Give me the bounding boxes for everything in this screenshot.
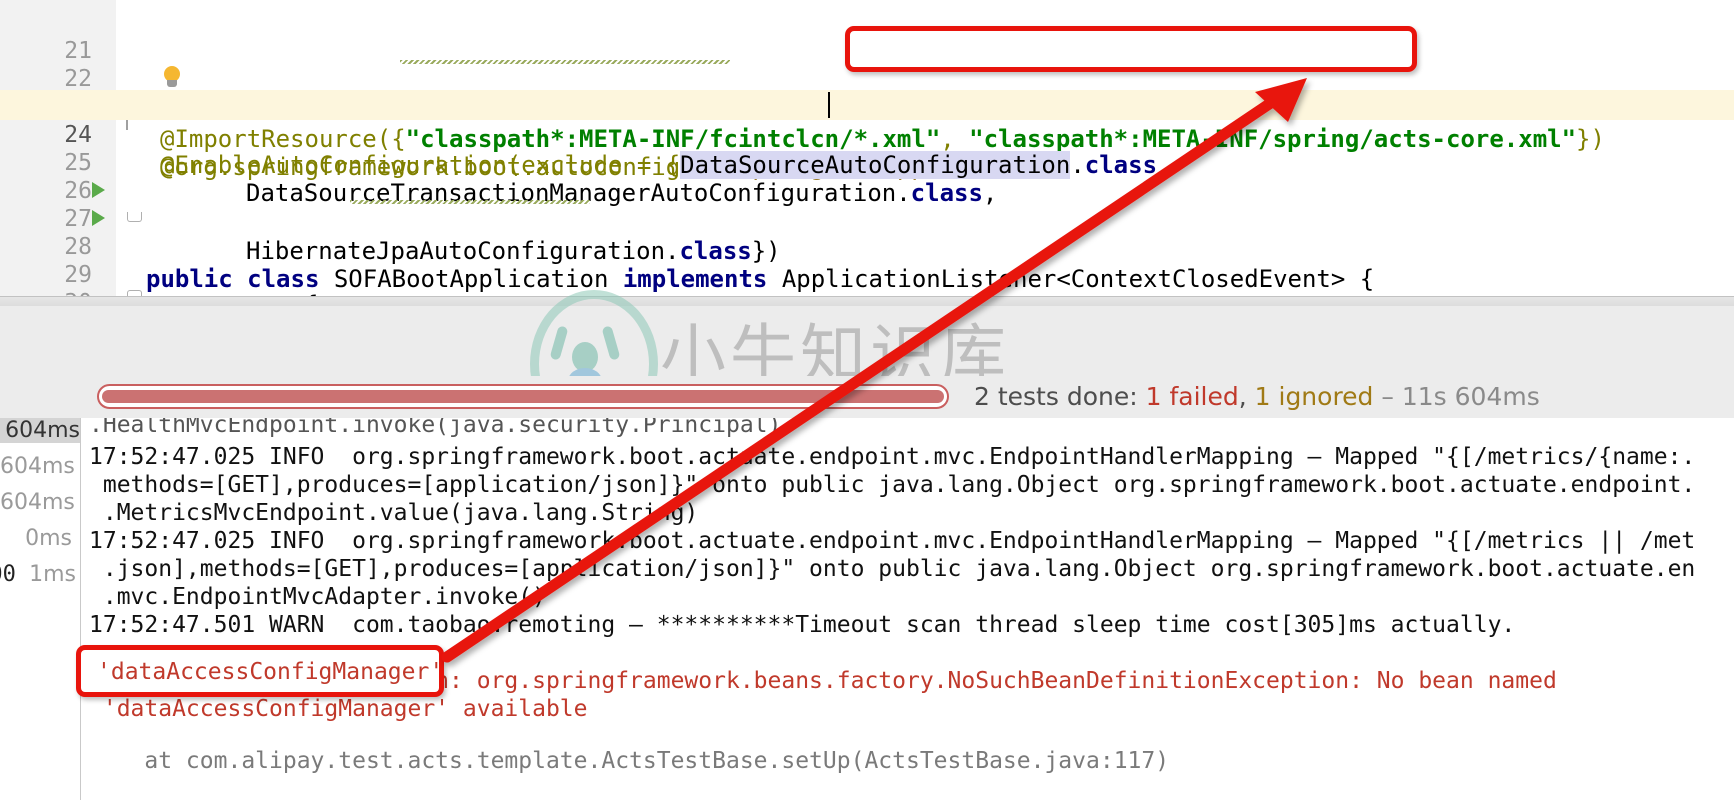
code-line-22[interactable]: 22 @ImportResource({"classpath*:META-INF…: [0, 34, 1734, 153]
console-line: 17:52:47.025 INFO org.springframework.bo…: [89, 528, 1696, 554]
console-line: .MetricsMvcEndpoint.value(java.lang.Stri…: [89, 500, 699, 526]
code-line-27[interactable]: 27 public class SOFABootApplication impl…: [0, 174, 1734, 293]
run-gutter-icon[interactable]: [92, 210, 105, 226]
tests-done-label: 2 tests done:: [974, 382, 1146, 411]
code-line-21[interactable]: 21: [0, 6, 1734, 64]
code-line-29[interactable]: 29 try {: [0, 230, 1734, 319]
test-progress-fill: [102, 390, 944, 403]
duration-cell[interactable]: 604ms: [0, 454, 75, 479]
console-line: .json],methods=[GET],produces=[applicati…: [89, 556, 1696, 582]
console-line: methods=[GET],produces=[application/json…: [89, 472, 1696, 498]
test-console-output[interactable]: .HealthMvcEndpoint.invoke(java.security.…: [81, 418, 1734, 800]
code-line-24[interactable]: 24 @EnableAutoConfiguration(exclude = {D…: [0, 90, 1734, 179]
tests-duration-label: 11s 604ms: [1401, 382, 1540, 411]
test-progress-bar: [97, 384, 949, 409]
test-progress-row: 2 tests done: 1 failed, 1 ignored – 11s …: [0, 376, 1734, 418]
duration-cell[interactable]: 00 1ms: [0, 562, 76, 587]
console-line: 17:52:47.025 INFO org.springframework.bo…: [89, 444, 1696, 470]
console-exception-line: 'dataAccessConfigManager' available: [89, 696, 588, 722]
code-line-23[interactable]: 23 @org.springframework.boot.autoconfigu…: [0, 62, 1734, 181]
test-duration-column[interactable]: 604ms 604ms 604ms 0ms 00 1ms: [0, 418, 81, 800]
tests-ignored-label: 1 ignored: [1254, 382, 1374, 411]
duration-cell[interactable]: 0ms: [0, 526, 72, 551]
code-line-28[interactable]: 28 public static void main(String[] args…: [0, 202, 1734, 318]
console-line: 17:52:47.501 WARN com.taobao.remoting – …: [89, 612, 1516, 638]
code-line-30[interactable]: 30 SpringApplication springApplication =…: [0, 258, 1734, 322]
console-line: .HealthMvcEndpoint.invoke(java.security.…: [89, 418, 782, 438]
separator: ,: [1238, 382, 1255, 411]
tests-failed-label: 1 failed: [1145, 382, 1239, 411]
screen-root: 21 22 @ImportResource({"classpath*:META-…: [0, 0, 1734, 800]
test-status-text: 2 tests done: 1 failed, 1 ignored – 11s …: [974, 382, 1540, 411]
dash: –: [1373, 382, 1402, 411]
duration-cell[interactable]: 604ms: [0, 490, 75, 515]
code-line-26[interactable]: 26 HibernateJpaAutoConfiguration.class}): [0, 146, 1734, 265]
console-stacktrace-line: at com.alipay.test.acts.template.ActsTes…: [89, 748, 1170, 774]
console-line: .mvc.EndpointMvcAdapter.invoke(): [89, 584, 546, 610]
text-caret: [828, 92, 830, 118]
lightbulb-intention-icon[interactable]: [160, 66, 184, 90]
test-runner-toolbar[interactable]: [0, 306, 1734, 377]
annotation-bean-name-label: 'dataAccessConfigManager': [97, 659, 444, 685]
code-editor[interactable]: 21 22 @ImportResource({"classpath*:META-…: [0, 0, 1734, 322]
code-line-25[interactable]: 25 DataSourceTransactionManagerAutoConfi…: [0, 118, 1734, 207]
duration-cell[interactable]: 604ms: [0, 418, 80, 443]
run-gutter-icon[interactable]: [92, 182, 105, 198]
